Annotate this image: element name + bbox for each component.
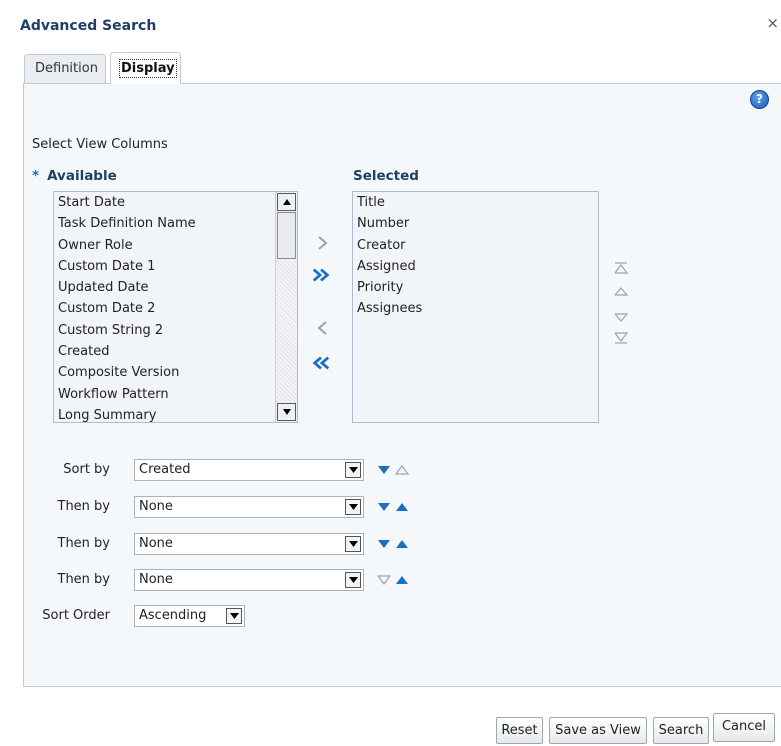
list-item[interactable]: Custom Date 2: [54, 298, 297, 319]
list-item[interactable]: Composite Version: [54, 362, 297, 383]
cancel-button[interactable]: Cancel: [713, 713, 775, 742]
tab-definition[interactable]: Definition: [24, 54, 106, 83]
then-by-label: Then by: [57, 499, 111, 514]
list-item[interactable]: Long Summary: [54, 405, 297, 422]
save-as-view-button[interactable]: Save as View: [549, 717, 647, 744]
list-item[interactable]: Title: [353, 192, 598, 213]
then-by-select-1[interactable]: None: [134, 496, 364, 518]
then-by-value: None: [139, 536, 173, 551]
then-by-value: None: [139, 572, 173, 587]
dialog-title: Advanced Search: [20, 18, 157, 34]
list-item[interactable]: Assignees: [353, 298, 598, 319]
triangle-up-icon: [283, 199, 291, 205]
list-item[interactable]: Workflow Pattern: [54, 384, 297, 405]
dropdown-arrow-icon[interactable]: [345, 572, 361, 588]
move-selected-icon[interactable]: [313, 233, 333, 253]
scrollbar-thumb[interactable]: [277, 212, 296, 259]
move-all-icon[interactable]: [311, 265, 331, 285]
list-item[interactable]: Priority: [353, 277, 598, 298]
sort-ascending-icon[interactable]: [395, 575, 409, 585]
list-item[interactable]: Owner Role: [54, 235, 297, 256]
selected-columns-list[interactable]: Title Number Creator Assigned Priority A…: [352, 191, 599, 423]
move-to-top-icon[interactable]: [613, 261, 629, 275]
then-by-label: Then by: [57, 572, 111, 587]
reset-button[interactable]: Reset: [496, 717, 543, 744]
sort-direction-arrows: [377, 537, 409, 551]
dropdown-arrow-icon[interactable]: [345, 499, 361, 515]
close-icon[interactable]: ×: [766, 14, 779, 32]
select-view-columns-label: Select View Columns: [32, 137, 168, 152]
list-item[interactable]: Start Date: [54, 192, 297, 213]
available-list-scrollbar[interactable]: [275, 192, 297, 422]
then-by-label: Then by: [57, 536, 111, 551]
list-item[interactable]: Updated Date: [54, 277, 297, 298]
remove-selected-icon[interactable]: [313, 318, 333, 338]
list-item[interactable]: Created: [54, 341, 297, 362]
available-label: Available: [47, 168, 117, 184]
move-down-icon[interactable]: [613, 311, 629, 325]
triangle-down-icon: [283, 409, 291, 415]
tab-display-label: Display: [119, 59, 177, 78]
scroll-up-button[interactable]: [277, 193, 296, 211]
then-by-value: None: [139, 499, 173, 514]
available-columns-list[interactable]: Start Date Task Definition Name Owner Ro…: [53, 191, 298, 423]
available-heading: * Available: [32, 168, 117, 184]
then-by-select-3[interactable]: None: [134, 569, 364, 591]
help-icon[interactable]: ?: [750, 90, 769, 109]
sort-order-label: Sort Order: [42, 608, 110, 623]
sort-descending-icon[interactable]: [377, 502, 391, 512]
remove-all-icon[interactable]: [311, 353, 331, 373]
list-item[interactable]: Number: [353, 213, 598, 234]
sort-ascending-icon[interactable]: [395, 539, 409, 549]
sort-direction-arrows: [377, 500, 409, 514]
sort-ascending-icon[interactable]: [395, 502, 409, 512]
list-item[interactable]: Assigned: [353, 256, 598, 277]
selected-heading: Selected: [353, 168, 419, 184]
tab-display[interactable]: Display: [110, 52, 181, 84]
move-to-bottom-icon[interactable]: [613, 331, 629, 345]
dropdown-arrow-icon[interactable]: [226, 608, 242, 624]
sort-descending-icon[interactable]: [377, 539, 391, 549]
list-item[interactable]: Custom Date 1: [54, 256, 297, 277]
required-marker: *: [32, 168, 40, 184]
scroll-down-button[interactable]: [277, 403, 296, 421]
search-button[interactable]: Search: [653, 717, 709, 744]
sort-by-label: Sort by: [63, 462, 110, 477]
dropdown-arrow-icon[interactable]: [345, 536, 361, 552]
then-by-select-2[interactable]: None: [134, 533, 364, 555]
sort-by-value: Created: [139, 462, 191, 477]
list-item[interactable]: Custom String 2: [54, 320, 297, 341]
sort-descending-icon[interactable]: [377, 465, 391, 475]
list-item[interactable]: Task Definition Name: [54, 213, 297, 234]
tab-definition-label: Definition: [35, 61, 98, 76]
move-up-icon[interactable]: [613, 284, 629, 298]
sort-ascending-icon[interactable]: [395, 465, 409, 475]
dropdown-arrow-icon[interactable]: [345, 462, 361, 478]
sort-direction-arrows: [377, 463, 409, 477]
sort-by-select[interactable]: Created: [134, 459, 364, 481]
sort-direction-arrows: [377, 573, 409, 587]
sort-order-value: Ascending: [139, 608, 207, 623]
sort-order-select[interactable]: Ascending: [134, 605, 245, 627]
list-item[interactable]: Creator: [353, 235, 598, 256]
sort-descending-icon[interactable]: [377, 575, 391, 585]
